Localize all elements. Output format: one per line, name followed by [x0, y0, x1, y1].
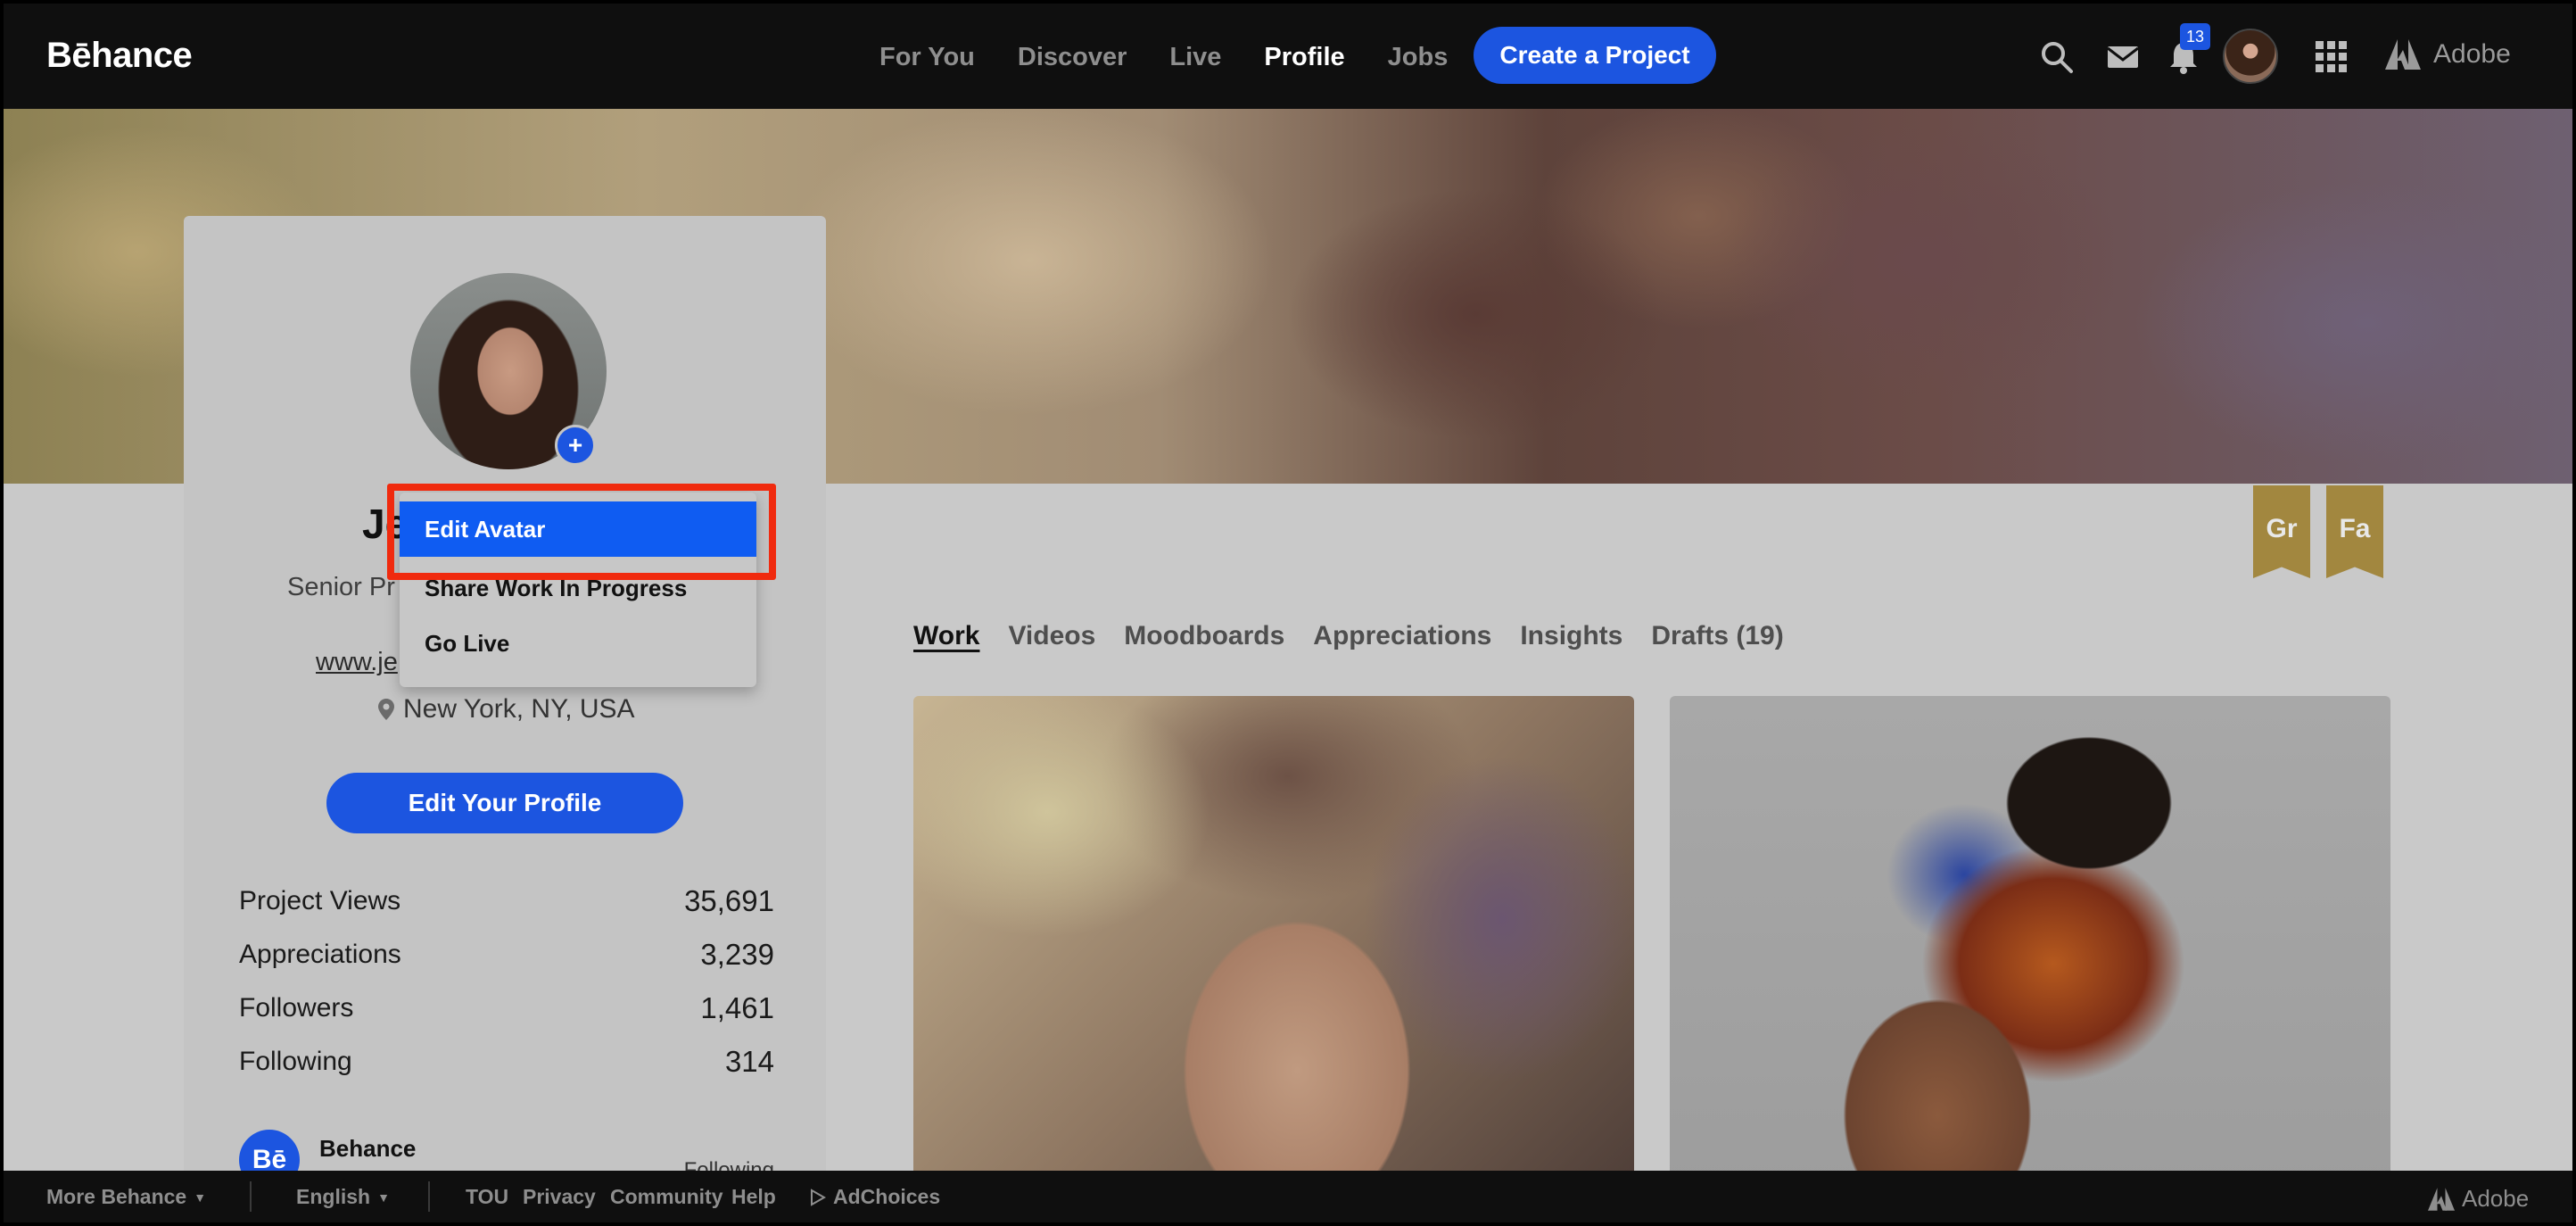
- adobe-logo-icon: [2428, 1187, 2455, 1211]
- stat-project-views[interactable]: Project Views 35,691: [239, 882, 774, 921]
- notification-badge: 13: [2180, 23, 2210, 50]
- top-nav: Bēhance For You Discover Live Profile Jo…: [4, 4, 2572, 109]
- nav-profile[interactable]: Profile: [1264, 43, 1344, 72]
- footer-language[interactable]: English ▼: [296, 1185, 390, 1209]
- footer-adobe[interactable]: Adobe: [2428, 1185, 2529, 1213]
- stat-value: 1,461: [700, 991, 774, 1024]
- footer-divider: [250, 1181, 252, 1212]
- nav-live[interactable]: Live: [1169, 43, 1221, 72]
- profile-website-link[interactable]: www.je: [316, 648, 398, 677]
- search-icon[interactable]: [2039, 39, 2075, 75]
- nav-for-you[interactable]: For You: [879, 43, 975, 72]
- adobe-link[interactable]: Adobe: [2385, 39, 2511, 70]
- profile-occupation: Senior Pr: [287, 573, 395, 601]
- footer-link-community[interactable]: Community: [610, 1185, 723, 1209]
- stat-label: Appreciations: [239, 940, 401, 969]
- stat-label: Followers: [239, 993, 354, 1023]
- badge-gr[interactable]: Gr: [2253, 485, 2310, 578]
- apps-grid-icon[interactable]: [2314, 39, 2349, 75]
- menu-item-edit-avatar[interactable]: Edit Avatar: [400, 501, 756, 557]
- nav-discover[interactable]: Discover: [1018, 43, 1127, 72]
- adchoices-icon: [811, 1188, 826, 1206]
- adobe-label: Adobe: [2433, 39, 2511, 69]
- stat-appreciations[interactable]: Appreciations 3,239: [239, 935, 774, 974]
- badge-fa[interactable]: Fa: [2326, 485, 2383, 578]
- footer-language-label: English: [296, 1185, 371, 1208]
- user-avatar[interactable]: [2223, 29, 2278, 84]
- stat-value: 314: [724, 1045, 774, 1078]
- location-pin-icon: [378, 699, 394, 720]
- edit-profile-button[interactable]: Edit Your Profile: [326, 773, 683, 833]
- nav-links: For You Discover Live Profile Jobs: [879, 43, 1490, 72]
- adobe-logo-icon: [2385, 39, 2421, 70]
- avatar-dropdown-menu: Edit Avatar Share Work In Progress Go Li…: [400, 493, 756, 687]
- footer-adchoices[interactable]: AdChoices: [810, 1185, 940, 1209]
- chevron-down-icon: ▼: [194, 1189, 207, 1205]
- behance-logo[interactable]: Bēhance: [46, 36, 193, 76]
- tab-insights[interactable]: Insights: [1520, 621, 1622, 651]
- stat-followers[interactable]: Followers 1,461: [239, 989, 774, 1028]
- project-tile[interactable]: [913, 696, 1634, 1222]
- footer-link-help[interactable]: Help: [731, 1185, 776, 1209]
- adchoices-label: AdChoices: [833, 1185, 941, 1208]
- tab-videos[interactable]: Videos: [1008, 621, 1095, 651]
- profile-tabs: Work Videos Moodboards Appreciations Ins…: [913, 621, 1812, 651]
- tab-appreciations[interactable]: Appreciations: [1313, 621, 1491, 651]
- menu-item-share-wip[interactable]: Share Work In Progress: [400, 560, 756, 616]
- menu-item-go-live[interactable]: Go Live: [400, 616, 756, 671]
- tab-drafts[interactable]: Drafts (19): [1651, 621, 1783, 651]
- create-project-button[interactable]: Create a Project: [1474, 27, 1716, 84]
- footer-more-label: More Behance: [46, 1185, 187, 1208]
- stat-following[interactable]: Following 314: [239, 1042, 774, 1081]
- stat-label: Following: [239, 1047, 352, 1076]
- avatar-add-icon[interactable]: +: [555, 425, 596, 466]
- mail-icon[interactable]: [2105, 39, 2141, 75]
- profile-location: New York, NY, USA: [378, 694, 635, 725]
- footer-more-behance[interactable]: More Behance ▼: [46, 1185, 206, 1209]
- app-window: Bēhance For You Discover Live Profile Jo…: [4, 4, 2572, 1222]
- tab-work[interactable]: Work: [913, 621, 979, 651]
- stat-value: 3,239: [700, 938, 774, 971]
- nav-jobs[interactable]: Jobs: [1388, 43, 1449, 72]
- footer-link-privacy[interactable]: Privacy: [523, 1185, 596, 1209]
- tab-moodboards[interactable]: Moodboards: [1124, 621, 1284, 651]
- project-tile[interactable]: [1670, 696, 2390, 1222]
- footer-link-tou[interactable]: TOU: [466, 1185, 508, 1209]
- stat-label: Project Views: [239, 886, 401, 915]
- stat-value: 35,691: [684, 884, 774, 917]
- profile-card: + Je Senior Pr www.je New York, NY, USA …: [184, 216, 826, 1222]
- footer: More Behance ▼ English ▼ TOU Privacy Com…: [4, 1171, 2572, 1222]
- footer-adobe-label: Adobe: [2462, 1185, 2530, 1212]
- chevron-down-icon: ▼: [377, 1189, 390, 1205]
- footer-divider: [428, 1181, 430, 1212]
- location-text: New York, NY, USA: [403, 694, 635, 724]
- team-name[interactable]: Behance: [319, 1135, 416, 1163]
